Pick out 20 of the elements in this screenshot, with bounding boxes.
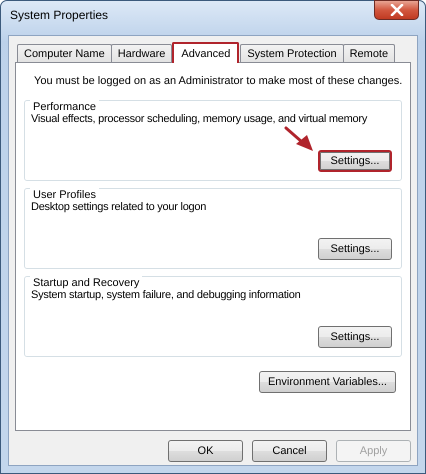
settings-button[interactable]: Settings... xyxy=(318,326,392,348)
tab[interactable]: System Protection xyxy=(240,44,344,62)
close-button[interactable] xyxy=(374,0,419,20)
admin-notice: You must be logged on as an Administrator to make most of these changes. xyxy=(34,74,402,88)
tab[interactable]: Advanced xyxy=(172,42,240,63)
close-icon xyxy=(390,4,404,16)
dialog-button[interactable]: OK xyxy=(168,440,243,462)
settings-button[interactable]: Settings... xyxy=(318,150,392,172)
dialog-button[interactable]: Cancel xyxy=(252,440,327,462)
tab[interactable]: Hardware xyxy=(110,44,172,62)
group-description: Desktop settings related to your logon xyxy=(31,200,206,214)
window-title: System Properties xyxy=(10,8,108,23)
arrow-annotation xyxy=(284,126,314,152)
environment-variables-button[interactable]: Environment Variables... xyxy=(258,371,396,393)
group-description: Visual effects, processor scheduling, memory usage, and virtual memory xyxy=(31,112,368,126)
tab[interactable]: Computer Name xyxy=(17,44,112,62)
tab[interactable]: Remote xyxy=(342,44,396,62)
group-title: Startup and Recovery xyxy=(30,276,142,290)
group-description: System startup, system failure, and debugging information xyxy=(31,288,300,302)
settings-button[interactable]: Settings... xyxy=(318,238,392,260)
